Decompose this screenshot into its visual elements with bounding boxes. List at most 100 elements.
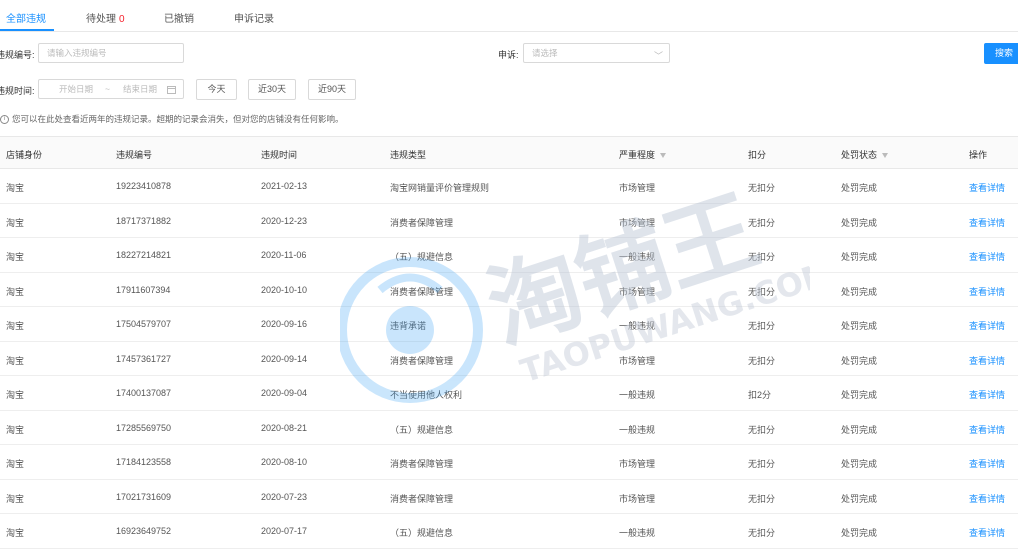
violation-time-cell: 2020-07-23 [261, 491, 308, 502]
store-identity-cell: 淘宝 [6, 424, 25, 435]
col-penalty-status: 处罚状态 [841, 148, 889, 161]
store-identity-cell: 淘宝 [6, 321, 25, 331]
col-severity-label: 严重程度 [619, 150, 656, 160]
view-details-link[interactable]: 查看详情 [969, 492, 1005, 505]
violation-time-cell: 2020-08-10 [261, 457, 308, 467]
violation-time-cell: 2020-09-14 [261, 353, 308, 364]
tab-bar: 全部违规 待处理 0 已撤销 申诉记录 [0, 0, 1018, 32]
tab-all-violations[interactable]: 全部违规 [6, 10, 46, 25]
violation-time-label: 违规时间: [0, 86, 35, 96]
col-actions: 操作 [969, 150, 988, 160]
view-details-link[interactable]: 查看详情 [969, 423, 1005, 436]
violation-type-cell: 消费者保障管理 [390, 459, 454, 469]
table-row: 淘宝 17021731609 2020-07-23 消费者保障管理 市场管理 无扣分 处罚完… [0, 480, 1018, 514]
appeal-label: 申诉: [498, 50, 519, 60]
violation-no-cell: 18717371882 [116, 215, 172, 226]
violation-time-cell: 2020-07-17 [261, 526, 308, 536]
today-button[interactable]: 今天 [196, 79, 237, 100]
deduction-cell: 无扣分 [748, 252, 776, 262]
severity-cell: 一般违规 [619, 424, 656, 435]
store-identity-cell: 淘宝 [6, 217, 25, 228]
col-violation-no: 违规编号 [116, 150, 153, 160]
deduction-cell: 无扣分 [748, 183, 776, 193]
violation-no-cell: 17184123558 [116, 457, 172, 467]
violation-no-cell: 17021731609 [116, 491, 172, 502]
notice-text: i 您可以在此处查看近两年的违规记录。超期的记录会消失，但对您的店铺没有任何影响。 [0, 113, 344, 125]
violation-type-cell: （五）规避信息 [390, 424, 454, 435]
penalty-status-cell: 处罚完成 [841, 252, 878, 262]
table-row: 淘宝 17911607394 2020-10-10 消费者保障管理 市场管理 无扣分 处罚完… [0, 273, 1018, 307]
table-row: 淘宝 18717371882 2020-12-23 消费者保障管理 市场管理 无扣分 处罚完… [0, 204, 1018, 238]
info-icon: i [0, 115, 9, 125]
last-90-days-button[interactable]: 近90天 [308, 79, 356, 100]
violation-no-label: 违规编号: [0, 50, 35, 60]
violation-type-cell: 不当使用他人权利 [390, 390, 463, 400]
appeal-select-value: 请选择 [532, 48, 558, 58]
penalty-status-cell: 处罚完成 [841, 459, 878, 469]
severity-cell: 市场管理 [619, 493, 656, 504]
penalty-status-cell: 处罚完成 [841, 424, 878, 435]
deduction-cell: 无扣分 [748, 424, 776, 435]
filter-icon[interactable] [882, 153, 889, 159]
view-details-link[interactable]: 查看详情 [969, 388, 1005, 401]
view-details-link[interactable]: 查看详情 [969, 181, 1005, 194]
col-penalty-status-label: 处罚状态 [841, 150, 878, 160]
violation-no-cell: 17285569750 [116, 422, 172, 433]
violation-type-cell: （五）规避信息 [390, 528, 454, 538]
table-row: 淘宝 17457361727 2020-09-14 消费者保障管理 市场管理 无扣分 处罚完… [0, 342, 1018, 376]
tab-pending-label: 待处理 [86, 14, 116, 25]
deduction-cell: 扣2分 [748, 390, 772, 400]
store-identity-cell: 淘宝 [6, 183, 25, 193]
penalty-status-cell: 处罚完成 [841, 183, 878, 193]
severity-cell: 一般违规 [619, 321, 656, 331]
deduction-cell: 无扣分 [748, 355, 776, 366]
view-details-link[interactable]: 查看详情 [969, 250, 1005, 263]
last-30-days-button[interactable]: 近30天 [248, 79, 296, 100]
penalty-status-cell: 处罚完成 [841, 355, 878, 366]
violation-time-cell: 2020-09-16 [261, 319, 308, 329]
penalty-status-cell: 处罚完成 [841, 321, 878, 331]
violation-time-cell: 2020-09-04 [261, 388, 308, 398]
severity-cell: 一般违规 [619, 252, 656, 262]
search-button[interactable]: 搜索 [984, 43, 1018, 64]
tab-revoked[interactable]: 已撤销 [164, 10, 194, 25]
store-identity-cell: 淘宝 [6, 493, 25, 504]
deduction-cell: 无扣分 [748, 217, 776, 228]
violation-no-cell: 17400137087 [116, 388, 172, 398]
appeal-select[interactable]: 请选择 ﹀ [523, 43, 670, 63]
violation-no-cell: 17911607394 [116, 284, 171, 295]
pending-count-badge: 0 [119, 14, 125, 25]
store-identity-cell: 淘宝 [6, 459, 25, 469]
violation-time-cell: 2020-12-23 [261, 215, 308, 226]
filter-icon[interactable] [660, 153, 667, 159]
store-identity-cell: 淘宝 [6, 355, 25, 366]
table-row: 淘宝 16923649752 2020-07-17 （五）规避信息 一般违规 无扣分 处罚完… [0, 514, 1018, 549]
view-details-link[interactable]: 查看详情 [969, 216, 1005, 229]
date-range-picker[interactable]: 开始日期 ~ 结束日期 [38, 79, 184, 99]
view-details-link[interactable]: 查看详情 [969, 526, 1005, 539]
view-details-link[interactable]: 查看详情 [969, 319, 1005, 332]
violation-type-cell: 消费者保障管理 [390, 286, 454, 297]
violation-no-input[interactable]: 请输入违规编号 [38, 43, 184, 63]
view-details-link[interactable]: 查看详情 [969, 354, 1005, 367]
end-date-input[interactable]: 结束日期 [123, 80, 157, 98]
calendar-icon [167, 86, 176, 94]
tab-pending[interactable]: 待处理 0 [86, 10, 125, 25]
severity-cell: 市场管理 [619, 286, 656, 297]
tab-appeal-records[interactable]: 申诉记录 [234, 10, 274, 25]
col-violation-type: 违规类型 [390, 150, 427, 160]
view-details-link[interactable]: 查看详情 [969, 457, 1005, 470]
range-separator: ~ [105, 84, 110, 94]
violation-time-cell: 2020-11-06 [261, 250, 307, 260]
col-store-identity: 店铺身份 [6, 150, 43, 160]
severity-cell: 市场管理 [619, 459, 656, 469]
penalty-status-cell: 处罚完成 [841, 390, 878, 400]
penalty-status-cell: 处罚完成 [841, 286, 878, 297]
violation-type-cell: 消费者保障管理 [390, 217, 454, 228]
penalty-status-cell: 处罚完成 [841, 217, 878, 228]
deduction-cell: 无扣分 [748, 286, 776, 297]
severity-cell: 一般违规 [619, 528, 656, 538]
start-date-input[interactable]: 开始日期 [59, 80, 93, 98]
table-row: 淘宝 17504579707 2020-09-16 违背承诺 一般违规 无扣分 处罚完成 查看… [0, 307, 1018, 342]
view-details-link[interactable]: 查看详情 [969, 285, 1005, 298]
